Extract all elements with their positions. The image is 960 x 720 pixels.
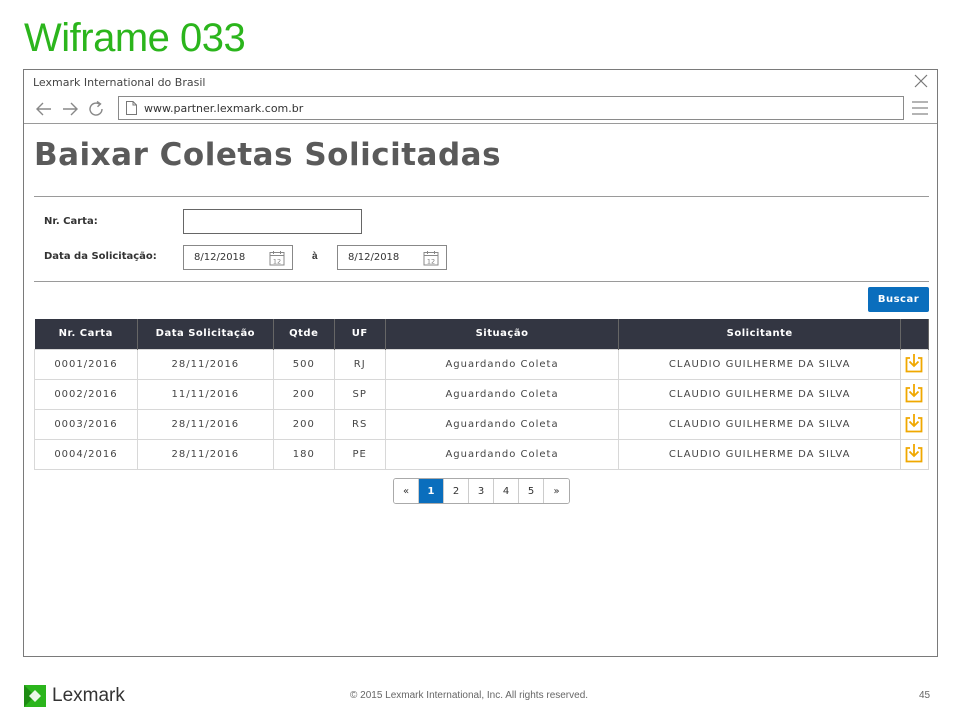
page-content: Baixar Coletas Solicitadas Nr. Carta: Da…	[24, 125, 937, 655]
date-range-separator: à	[312, 251, 318, 262]
cell-qtde: 200	[272, 378, 335, 410]
table-row: 0002/2016 11/11/2016 200 SP Aguardando C…	[34, 378, 930, 410]
lexmark-logo: Lexmark	[24, 684, 125, 708]
cell-qtde: 500	[272, 348, 335, 380]
cell-nr-carta: 0002/2016	[34, 378, 138, 410]
cell-data-solicitacao: 11/11/2016	[136, 378, 274, 410]
page-title: Baixar Coletas Solicitadas	[34, 137, 502, 173]
cell-qtde: 180	[272, 438, 335, 470]
column-header-qtde[interactable]: Qtde	[273, 319, 335, 349]
download-icon[interactable]	[905, 443, 923, 463]
cell-solicitante: CLAUDIO GUILHERME DA SILVA	[618, 408, 901, 440]
table-row: 0004/2016 28/11/2016 180 PE Aguardando C…	[34, 438, 930, 470]
download-icon[interactable]	[905, 383, 923, 403]
cell-download	[899, 408, 930, 440]
cell-solicitante: CLAUDIO GUILHERME DA SILVA	[618, 438, 901, 470]
column-header-nr-carta[interactable]: Nr. Carta	[34, 319, 138, 349]
cell-situacao: Aguardando Coleta	[384, 408, 620, 440]
download-icon[interactable]	[905, 353, 923, 373]
column-header-download	[900, 319, 930, 349]
back-arrow-icon[interactable]	[34, 99, 54, 119]
copyright-text: © 2015 Lexmark International, Inc. All r…	[350, 690, 589, 701]
address-bar[interactable]: www.partner.lexmark.com.br	[118, 96, 904, 120]
pagination-prev[interactable]: «	[394, 479, 419, 503]
nr-carta-input[interactable]	[183, 209, 362, 234]
lexmark-logo-icon	[24, 685, 46, 707]
window-title: Lexmark International do Brasil	[33, 76, 206, 89]
results-table: Nr. Carta Data Solicitação Qtde UF Situa…	[34, 319, 930, 470]
slide-title: Wiframe 033	[24, 16, 246, 60]
calendar-day: 12	[273, 257, 281, 265]
table-row: 0001/2016 28/11/2016 500 RJ Aguardando C…	[34, 348, 930, 380]
cell-situacao: Aguardando Coleta	[384, 438, 620, 470]
cell-nr-carta: 0003/2016	[34, 408, 138, 440]
column-header-situacao[interactable]: Situação	[385, 319, 620, 349]
url-text: www.partner.lexmark.com.br	[144, 102, 304, 115]
date-from-value: 8/12/2018	[194, 252, 246, 263]
cell-solicitante: CLAUDIO GUILHERME DA SILVA	[618, 348, 901, 380]
logo-text: Lexmark	[52, 685, 125, 706]
cell-download	[899, 348, 930, 380]
cell-download	[899, 378, 930, 410]
hamburger-menu-icon[interactable]	[911, 100, 929, 116]
cell-uf: RS	[333, 408, 386, 440]
page-number: 45	[919, 690, 931, 701]
cell-uf: PE	[333, 438, 386, 470]
pagination: « 1 2 3 4 5 »	[393, 478, 570, 504]
cell-data-solicitacao: 28/11/2016	[136, 438, 274, 470]
cell-nr-carta: 0001/2016	[34, 348, 138, 380]
page-icon	[126, 101, 137, 115]
cell-nr-carta: 0004/2016	[34, 438, 138, 470]
cell-data-solicitacao: 28/11/2016	[136, 348, 274, 380]
cell-situacao: Aguardando Coleta	[384, 348, 620, 380]
column-header-solicitante[interactable]: Solicitante	[618, 319, 901, 349]
refresh-icon[interactable]	[86, 99, 106, 119]
cell-data-solicitacao: 28/11/2016	[136, 408, 274, 440]
download-icon[interactable]	[905, 413, 923, 433]
pagination-next[interactable]: »	[544, 479, 569, 503]
calendar-icon[interactable]: 12	[423, 250, 439, 266]
cell-uf: SP	[333, 378, 386, 410]
pagination-page-4[interactable]: 4	[494, 479, 519, 503]
divider	[34, 281, 929, 282]
calendar-day: 12	[427, 257, 435, 265]
table-row: 0003/2016 28/11/2016 200 RS Aguardando C…	[34, 408, 930, 440]
cell-download	[899, 438, 930, 470]
cell-qtde: 200	[272, 408, 335, 440]
cell-solicitante: CLAUDIO GUILHERME DA SILVA	[618, 378, 901, 410]
cell-situacao: Aguardando Coleta	[384, 378, 620, 410]
date-from-input[interactable]: 8/12/2018 12	[183, 245, 293, 270]
calendar-icon[interactable]: 12	[269, 250, 285, 266]
navigation-bar: www.partner.lexmark.com.br	[24, 94, 937, 124]
browser-window: Lexmark International do Brasil www.part…	[23, 69, 938, 657]
nr-carta-label: Nr. Carta:	[44, 216, 98, 227]
close-icon[interactable]	[914, 74, 928, 88]
cell-uf: RJ	[333, 348, 386, 380]
data-solicitacao-label: Data da Solicitação:	[44, 251, 157, 262]
date-to-input[interactable]: 8/12/2018 12	[337, 245, 447, 270]
pagination-page-1[interactable]: 1	[419, 479, 444, 503]
pagination-page-2[interactable]: 2	[444, 479, 469, 503]
divider	[34, 196, 929, 197]
browser-titlebar: Lexmark International do Brasil	[24, 70, 937, 94]
pagination-page-5[interactable]: 5	[519, 479, 544, 503]
table-header-row: Nr. Carta Data Solicitação Qtde UF Situa…	[34, 319, 930, 349]
forward-arrow-icon[interactable]	[60, 99, 80, 119]
column-header-data-solicitacao[interactable]: Data Solicitação	[137, 319, 274, 349]
date-to-value: 8/12/2018	[348, 252, 400, 263]
column-header-uf[interactable]: UF	[334, 319, 386, 349]
search-button[interactable]: Buscar	[868, 287, 929, 312]
pagination-page-3[interactable]: 3	[469, 479, 494, 503]
